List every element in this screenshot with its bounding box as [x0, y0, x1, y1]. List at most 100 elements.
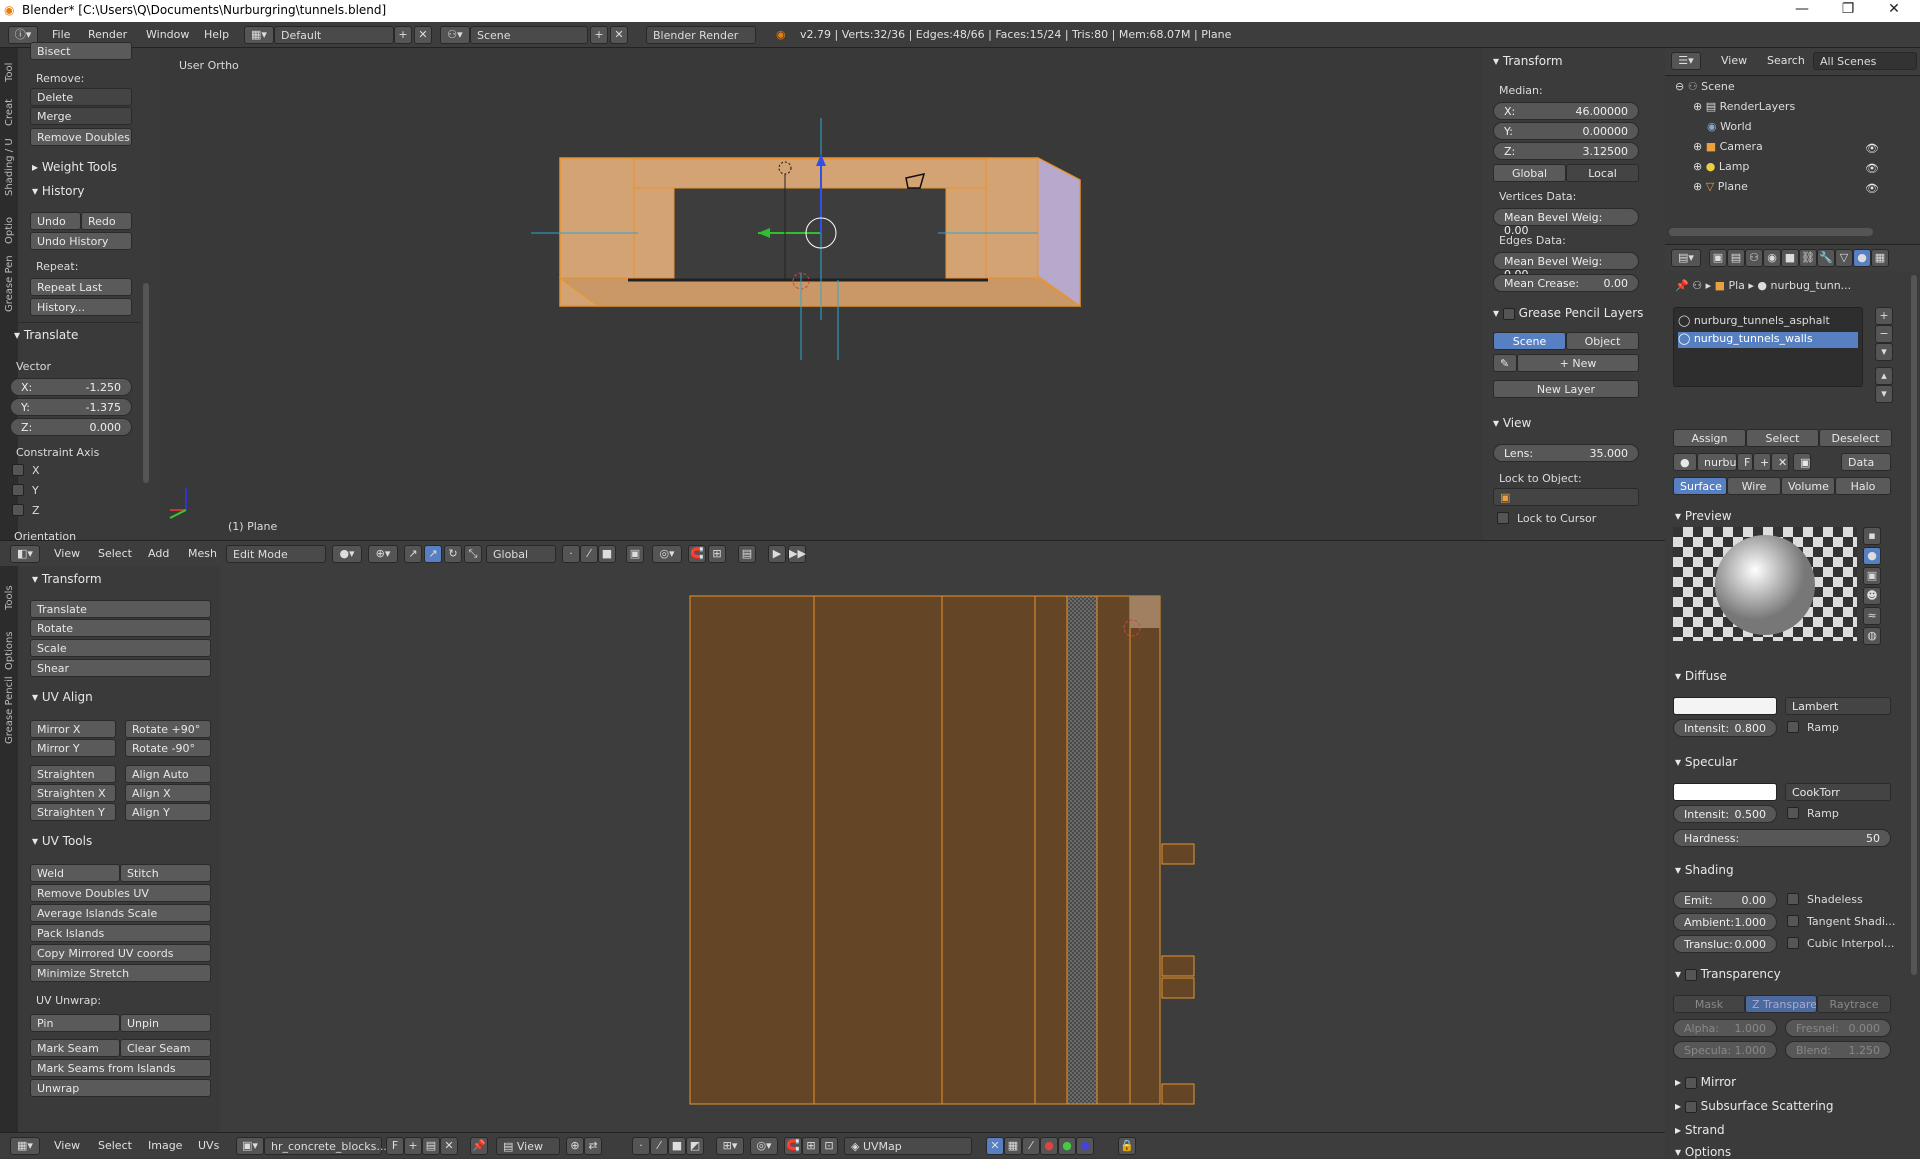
diffuse-ramp-checkbox[interactable] [1787, 721, 1799, 733]
render-icon[interactable]: ▶ [768, 545, 786, 563]
vector-x-field[interactable]: X: -1.250 [10, 378, 132, 396]
modifiers-tab-icon[interactable]: 🔧 [1817, 249, 1835, 267]
sss-header[interactable]: ▸ Subsurface Scattering [1675, 1099, 1834, 1113]
outliner-item-lamp[interactable]: ⊕ ● Lamp [1693, 160, 1893, 176]
tab-create[interactable]: Creat [4, 99, 15, 126]
diffuse-shader-select[interactable]: Lambert [1785, 697, 1891, 715]
uv-sync-icon[interactable]: ⇄ [584, 1137, 602, 1155]
visibility-eye-icon[interactable]: 👁 [1865, 142, 1879, 155]
red-channel-icon[interactable]: ● [1040, 1137, 1058, 1155]
median-z-field[interactable]: Z: 3.12500 [1493, 142, 1639, 160]
constraint-x-checkbox[interactable] [12, 464, 24, 476]
tab-shading-uv[interactable]: Shading / U [4, 138, 15, 196]
raytrace-button[interactable]: Raytrace [1817, 995, 1891, 1013]
scene-field[interactable]: Scene [470, 26, 588, 44]
alpha-field[interactable]: Alpha: 1.000 [1673, 1019, 1777, 1037]
render-tab-icon[interactable]: ▣ [1709, 249, 1727, 267]
material-tab-icon[interactable]: ● [1853, 249, 1871, 267]
unwrap-button[interactable]: Unwrap [30, 1079, 211, 1097]
minimize-stretch-button[interactable]: Minimize Stretch [30, 964, 211, 982]
menu-render[interactable]: Render [88, 28, 127, 41]
menu-help[interactable]: Help [204, 28, 229, 41]
visibility-eye-icon[interactable]: 👁 [1865, 162, 1879, 175]
image-new-icon[interactable]: + [404, 1137, 422, 1155]
specular-intensity-field[interactable]: Intensit: 0.500 [1673, 805, 1777, 823]
uv-face-select-icon[interactable]: ■ [668, 1137, 686, 1155]
manipulator-icon[interactable]: ↗ [404, 545, 422, 563]
preview-hair-icon[interactable]: ≈ [1863, 607, 1881, 625]
constraint-y-checkbox[interactable] [12, 484, 24, 496]
occlude-icon[interactable]: ▣ [626, 545, 644, 563]
material-browse-icon[interactable]: ● [1673, 453, 1697, 471]
unpin-button[interactable]: Unpin [120, 1014, 211, 1032]
mirror-y-button[interactable]: Mirror Y [30, 739, 116, 757]
transform-orientation-select[interactable]: Global [486, 545, 556, 563]
uv-proportional-icon[interactable]: ◎▾ [750, 1137, 778, 1155]
tab-uv-tools[interactable]: Tools [4, 585, 15, 610]
menu-window[interactable]: Window [146, 28, 189, 41]
grease-pencil-checkbox[interactable] [1502, 307, 1515, 320]
fresnel-field[interactable]: Fresnel: 0.000 [1785, 1019, 1891, 1037]
material-node-icon[interactable]: ▣ [1793, 453, 1811, 471]
gp-object-button[interactable]: Object [1566, 332, 1639, 350]
clear-seam-button[interactable]: Clear Seam [120, 1039, 211, 1057]
uv-editor-canvas[interactable] [220, 566, 1665, 1132]
outliner-item-renderlayers[interactable]: ⊕ ▤ RenderLayers [1693, 100, 1893, 116]
shadeless-checkbox[interactable] [1787, 893, 1799, 905]
menu-select[interactable]: Select [98, 547, 132, 560]
uv-menu-uvs[interactable]: UVs [198, 1139, 219, 1152]
ambient-field[interactable]: Ambient: 1.000 [1673, 913, 1777, 931]
halo-tab[interactable]: Halo [1835, 477, 1891, 495]
diffuse-color-swatch[interactable] [1673, 697, 1777, 715]
wire-tab[interactable]: Wire [1727, 477, 1781, 495]
align-x-button[interactable]: Align X [125, 784, 211, 802]
mark-seams-from-islands-button[interactable]: Mark Seams from Islands [30, 1059, 211, 1077]
uv-tools-header[interactable]: ▾ UV Tools [32, 834, 92, 848]
layout-remove-icon[interactable]: ✕ [414, 26, 432, 44]
options-header[interactable]: ▾ Options [1675, 1145, 1731, 1159]
material-new-icon[interactable]: + [1753, 453, 1771, 471]
weight-tools-header[interactable]: ▸ Weight Tools [32, 160, 117, 174]
preview-monkey-icon[interactable]: ☻ [1863, 587, 1881, 605]
fake-user-button[interactable]: F [386, 1137, 404, 1155]
median-x-field[interactable]: X: 46.00000 [1493, 102, 1639, 120]
undo-history-button[interactable]: Undo History [30, 232, 132, 250]
uv-transform-header[interactable]: ▾ Transform [32, 572, 102, 586]
outliner-item-camera[interactable]: ⊕ ■ Camera [1693, 140, 1893, 156]
uv-grid-icon[interactable]: ▦ [1004, 1137, 1022, 1155]
menu-file[interactable]: File [52, 28, 70, 41]
diffuse-intensity-field[interactable]: Intensit: 0.800 [1673, 719, 1777, 737]
mode-select[interactable]: Edit Mode [226, 545, 326, 563]
shading-icon[interactable]: ●▾ [332, 545, 362, 563]
menu-mesh[interactable]: Mesh [188, 547, 217, 560]
tab-uv-grease-pencil[interactable]: Grease Pencil [4, 676, 15, 744]
layout-field[interactable]: Default [274, 26, 394, 44]
median-y-field[interactable]: Y: 0.00000 [1493, 122, 1639, 140]
tool-shelf-scrollbar[interactable] [143, 283, 149, 483]
tab-options[interactable]: Optio [4, 217, 15, 244]
mean-bevel-vertex-field[interactable]: Mean Bevel Weig: 0.00 [1493, 208, 1639, 237]
uv-pivot-icon[interactable]: ⊕ [566, 1137, 584, 1155]
mean-bevel-edge-field[interactable]: Mean Bevel Weig: 0.00 [1493, 252, 1639, 281]
lock-object-field[interactable]: ▣ [1493, 488, 1639, 506]
slot-specials-icon[interactable]: ▾ [1875, 343, 1893, 361]
properties-scrollbar[interactable] [1911, 275, 1917, 975]
menu-add[interactable]: Add [148, 547, 169, 560]
scene-tab-icon[interactable]: ⚇ [1745, 249, 1763, 267]
gp-new-button[interactable]: + New [1517, 354, 1639, 372]
preview-sphere-icon[interactable]: ● [1863, 547, 1881, 565]
shading-header[interactable]: ▾ Shading [1675, 863, 1734, 877]
lock-icon[interactable]: 🔒 [1118, 1137, 1136, 1155]
image-unlink-icon[interactable]: ✕ [440, 1137, 458, 1155]
outliner-item-scene[interactable]: ⊖ ⚇ Scene [1675, 80, 1875, 96]
tab-grease-pencil[interactable]: Grease Pen [4, 255, 15, 312]
translate-header[interactable]: ▾ Translate [14, 328, 78, 342]
volume-tab[interactable]: Volume [1781, 477, 1835, 495]
remove-slot-icon[interactable]: − [1875, 325, 1893, 343]
uv-vertex-select-icon[interactable]: · [632, 1137, 650, 1155]
world-tab-icon[interactable]: ◉ [1763, 249, 1781, 267]
editor-type-3d-icon[interactable]: ◧▾ [10, 545, 40, 563]
transparency-checkbox[interactable] [1684, 968, 1697, 981]
move-slot-up-icon[interactable]: ▴ [1875, 367, 1893, 385]
assign-button[interactable]: Assign [1673, 429, 1746, 447]
